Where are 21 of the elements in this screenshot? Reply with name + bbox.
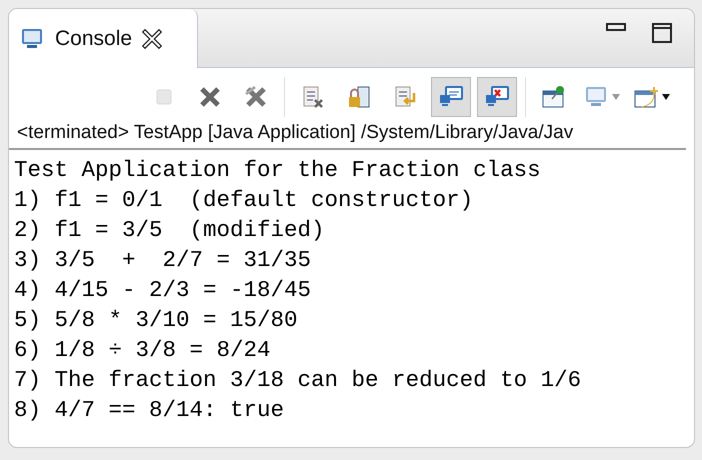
console-output-line: 4) 4/15 - 2/3 = -18/45: [14, 276, 312, 305]
console-tab[interactable]: Console: [9, 9, 198, 68]
console-output-line: 5) 5/8 * 3/10 = 15/80: [14, 306, 299, 335]
console-output-line: 8) 4/7 == 8/14: true: [14, 396, 286, 425]
console-output-line: 6) 1/8 ÷ 3/8 = 8/24: [14, 336, 272, 365]
maximize-icon[interactable]: [652, 23, 672, 43]
console-output-line: 2) f1 = 3/5 (modified): [14, 216, 326, 245]
pin-icon: [541, 84, 567, 110]
console-output-line: 7) The fraction 3/18 can be reduced to 1/6: [14, 366, 582, 395]
toolbar-button[interactable]: [431, 77, 471, 117]
caret-icon[interactable]: [661, 93, 671, 101]
tab-title: Console: [55, 26, 132, 50]
console-output-line: 1) f1 = 0/1 (default constructor): [14, 186, 474, 215]
new-window-icon: [633, 84, 659, 110]
console-output-line: Test Application for the Fraction class: [14, 156, 542, 185]
console-output-line: 3) 3/5 + 2/7 = 31/35: [14, 246, 312, 275]
close-icon[interactable]: [142, 28, 162, 48]
minimize-icon[interactable]: [606, 23, 626, 33]
toolbar-button[interactable]: [477, 77, 517, 117]
lock-icon: [346, 84, 372, 110]
process-label: <terminated> TestApp [Java Application] /System/Library/Java/Jav: [9, 120, 686, 150]
